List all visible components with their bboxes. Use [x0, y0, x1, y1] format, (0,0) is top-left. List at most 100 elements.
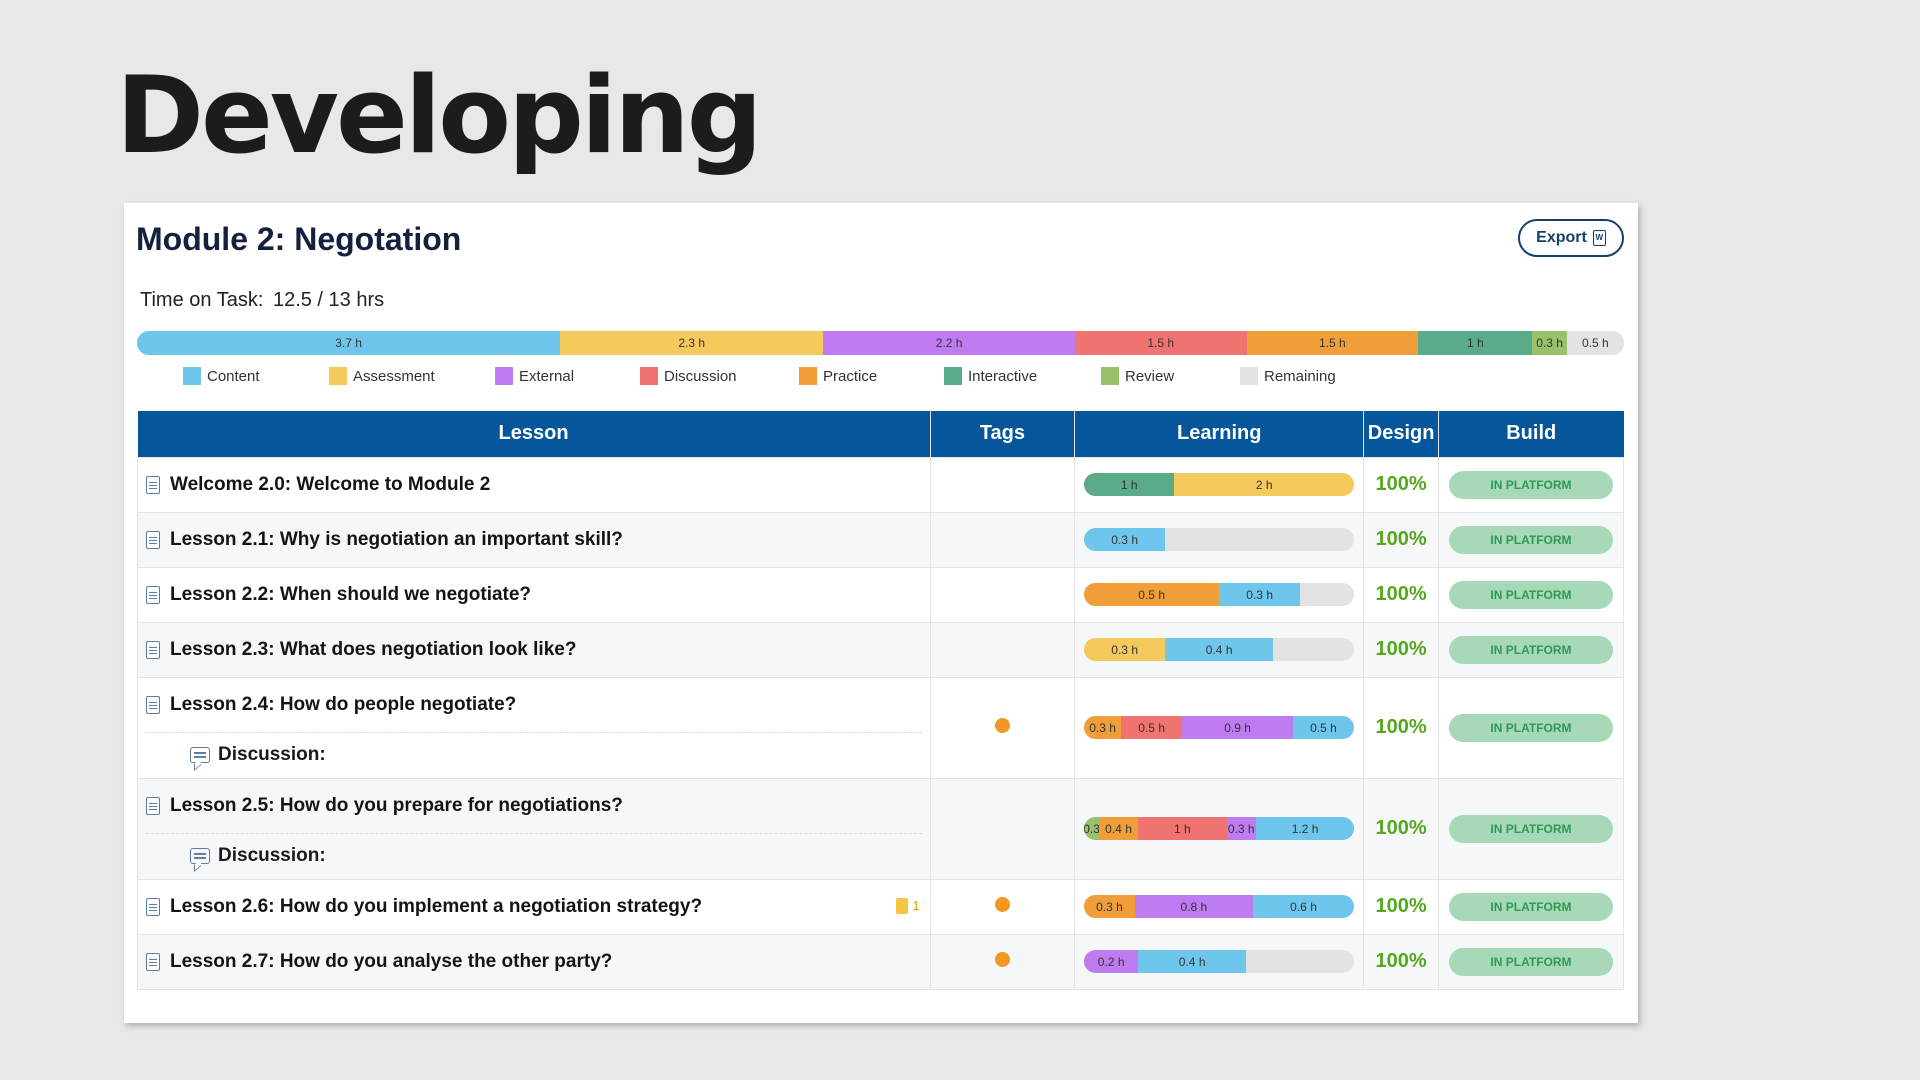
discussion-subitem[interactable]: Discussion: — [146, 731, 922, 778]
bar-segment-practice: 1.5 h — [1246, 331, 1419, 355]
legend-label: Remaining — [1264, 367, 1336, 385]
learning-cell: 0.2 h 0.4 h — [1074, 933, 1365, 990]
tag-dot[interactable] — [994, 951, 1010, 967]
discussion-subitem[interactable]: Discussion: — [146, 832, 922, 879]
table-row[interactable]: Lesson 2.6: How do you implement a negot… — [137, 878, 1625, 935]
legend-swatch — [183, 367, 201, 385]
build-status-badge[interactable]: IN PLATFORM — [1448, 470, 1613, 499]
lesson-title[interactable]: Lesson 2.4: How do people negotiate? — [170, 694, 516, 716]
export-button[interactable]: Export W — [1518, 219, 1624, 257]
document-icon — [146, 640, 160, 659]
legend-label: Discussion — [664, 367, 737, 385]
build-cell: IN PLATFORM — [1437, 777, 1625, 880]
lesson-cell: Lesson 2.2: When should we negotiate? — [137, 566, 931, 623]
lesson-cell: Lesson 2.7: How do you analyse the other… — [137, 933, 931, 990]
build-status-badge[interactable]: IN PLATFORM — [1448, 713, 1613, 742]
bar-segment-discussion: 1.5 h — [1074, 331, 1247, 355]
learning-bar: 0.3 h 0.5 h 0.9 h 0.5 h — [1084, 716, 1355, 739]
bar-segment-practice: 0.3 h — [1084, 895, 1135, 918]
chat-icon — [190, 848, 210, 864]
header-learning[interactable]: Learning — [1074, 411, 1365, 457]
learning-cell: 0.3 h 0.4 h — [1074, 621, 1365, 678]
table-row[interactable]: Lesson 2.5: How do you prepare for negot… — [137, 777, 1625, 880]
learning-bar: 0.3 h — [1084, 528, 1355, 551]
table-row[interactable]: Lesson 2.4: How do people negotiate? Disc… — [137, 676, 1625, 779]
lesson-title[interactable]: Lesson 2.2: When should we negotiate? — [170, 584, 531, 606]
lesson-title[interactable]: Lesson 2.3: What does negotiation look l… — [170, 639, 576, 661]
learning-cell: 0.3 h 0.8 h 0.6 h — [1074, 878, 1365, 935]
lesson-title[interactable]: Lesson 2.1: Why is negotiation an import… — [170, 529, 623, 551]
lesson-title[interactable]: Welcome 2.0: Welcome to Module 2 — [170, 474, 490, 496]
bar-segment-practice: 0.4 h — [1098, 817, 1139, 840]
media-count: 1 — [912, 898, 920, 913]
time-on-task-bar: 3.7 h 2.3 h 2.2 h 1.5 h 1.5 h1 h 0.3 h 0.5 h — [137, 331, 1624, 355]
lesson-title-line[interactable]: Lesson 2.6: How do you implement a negot… — [146, 880, 922, 934]
table-row[interactable]: Lesson 2.7: How do you analyse the other… — [137, 933, 1625, 990]
export-label: Export — [1536, 229, 1587, 246]
table-row[interactable]: Lesson 2.1: Why is negotiation an import… — [137, 511, 1625, 568]
lesson-title-line[interactable]: Lesson 2.2: When should we negotiate? — [146, 568, 922, 622]
tags-cell — [929, 621, 1076, 678]
tag-dot[interactable] — [994, 896, 1010, 912]
lesson-title-line[interactable]: Welcome 2.0: Welcome to Module 2 — [146, 458, 922, 512]
learning-cell: 0.3 h — [1074, 511, 1365, 568]
build-status-badge[interactable]: IN PLATFORM — [1448, 580, 1613, 609]
table-row[interactable]: Welcome 2.0: Welcome to Module 2 1 h2 h 10… — [137, 456, 1625, 513]
table-row[interactable]: Lesson 2.3: What does negotiation look l… — [137, 621, 1625, 678]
bar-segment-content: 0.4 h — [1165, 638, 1274, 661]
design-percent: 100% — [1363, 566, 1439, 623]
table-header-row: Lesson Tags Learning Design Build — [137, 411, 1624, 457]
bar-segment-review: 0.3 h — [1532, 331, 1567, 355]
document-icon — [146, 952, 160, 971]
lesson-title-line[interactable]: Lesson 2.5: How do you prepare for negot… — [146, 779, 922, 833]
header-lesson[interactable]: Lesson — [137, 411, 931, 457]
tags-cell — [929, 676, 1076, 779]
lesson-title-line[interactable]: Lesson 2.1: Why is negotiation an import… — [146, 513, 922, 567]
learning-cell: 0.3 h 0.5 h 0.9 h 0.5 h — [1074, 676, 1365, 779]
header-build[interactable]: Build — [1438, 411, 1624, 457]
lesson-cell: Lesson 2.3: What does negotiation look l… — [137, 621, 931, 678]
build-cell: IN PLATFORM — [1437, 621, 1625, 678]
lesson-title-line[interactable]: Lesson 2.3: What does negotiation look l… — [146, 623, 922, 677]
header-tags[interactable]: Tags — [930, 411, 1076, 457]
bar-segment-remaining: 0.5 h — [1566, 331, 1624, 355]
tag-dot[interactable] — [994, 717, 1010, 733]
build-cell: IN PLATFORM — [1437, 676, 1625, 779]
bar-segment-assessment: 2 h — [1174, 473, 1355, 496]
build-status-badge[interactable]: IN PLATFORM — [1448, 814, 1613, 843]
bar-segment-content: 3.7 h — [137, 331, 561, 355]
discussion-label: Discussion: — [218, 845, 326, 866]
build-status-badge[interactable]: IN PLATFORM — [1448, 947, 1613, 976]
learning-bar: 0.3 h 0.4 h — [1084, 638, 1355, 661]
build-cell: IN PLATFORM — [1437, 511, 1625, 568]
lesson-title[interactable]: Lesson 2.6: How do you implement a negot… — [170, 896, 702, 918]
lesson-cell: Lesson 2.1: Why is negotiation an import… — [137, 511, 931, 568]
build-cell: IN PLATFORM — [1437, 933, 1625, 990]
lesson-title-line[interactable]: Lesson 2.4: How do people negotiate? — [146, 678, 922, 732]
build-status-badge[interactable]: IN PLATFORM — [1448, 892, 1613, 921]
learning-bar: 0.5 h 0.3 h — [1084, 583, 1355, 606]
build-status-badge[interactable]: IN PLATFORM — [1448, 525, 1613, 554]
lesson-cell: Lesson 2.6: How do you implement a negot… — [137, 878, 931, 935]
bar-segment-external: 0.3 h — [1226, 817, 1256, 840]
bar-segment-interactive: 1 h — [1084, 473, 1175, 496]
bar-segment-practice: 0.5 h — [1084, 583, 1220, 606]
lesson-title-line[interactable]: Lesson 2.7: How do you analyse the other… — [146, 935, 922, 989]
media-badge[interactable]: 1 — [896, 897, 920, 914]
video-file-icon — [896, 897, 909, 914]
bar-segment-interactive: 1 h — [1418, 331, 1533, 355]
legend-item-content: Content — [183, 367, 260, 385]
module-title: Module 2: Negotation — [136, 221, 462, 257]
build-status-badge[interactable]: IN PLATFORM — [1448, 635, 1613, 664]
tags-cell — [929, 933, 1076, 990]
document-icon — [146, 475, 160, 494]
lesson-title[interactable]: Lesson 2.7: How do you analyse the other… — [170, 951, 612, 973]
tags-cell — [929, 511, 1076, 568]
legend-swatch — [495, 367, 513, 385]
header-design[interactable]: Design — [1363, 411, 1439, 457]
document-icon — [146, 695, 160, 714]
lesson-title[interactable]: Lesson 2.5: How do you prepare for negot… — [170, 795, 623, 817]
design-percent: 100% — [1363, 777, 1439, 880]
time-on-task: Time on Task: 12.5 / 13 hrs — [136, 289, 384, 312]
table-row[interactable]: Lesson 2.2: When should we negotiate? 0.5… — [137, 566, 1625, 623]
